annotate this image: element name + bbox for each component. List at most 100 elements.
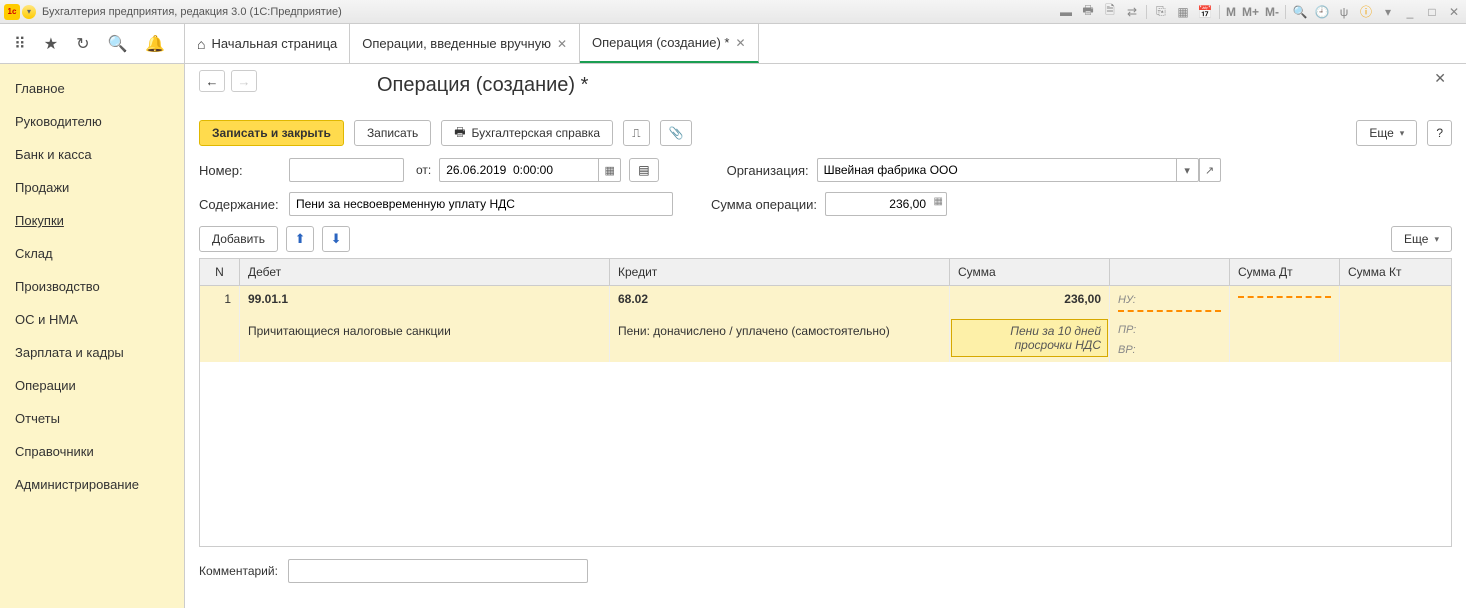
tab-operations-list[interactable]: Операции, введенные вручную ✕ [350, 24, 580, 63]
app-title: Бухгалтерия предприятия, редакция 3.0 (1… [42, 6, 1058, 18]
save-and-close-button[interactable]: Записать и закрыть [199, 120, 344, 146]
grid-body: 1 99.01.1 68.02 236,00 НУ: Причитающие [200, 286, 1451, 546]
close-window-icon[interactable]: ✕ [1446, 4, 1462, 20]
page-title: Операция (создание) * [377, 74, 1434, 97]
tab-label: Операции, введенные вручную [362, 36, 551, 51]
header-sumdt[interactable]: Сумма Дт [1230, 259, 1340, 285]
minimize-icon[interactable]: _ [1402, 4, 1418, 20]
info-icon[interactable]: ⓘ [1358, 4, 1374, 20]
cell-credit-account[interactable]: 68.02 [610, 286, 950, 318]
memory-m[interactable]: M [1226, 5, 1236, 19]
comment-input[interactable] [288, 559, 588, 583]
move-up-button[interactable]: ⬆ [286, 226, 314, 252]
date-input[interactable] [439, 158, 599, 182]
sidebar-item-bank[interactable]: Банк и касса [0, 138, 184, 171]
favorite-star-icon[interactable]: ★ [44, 34, 58, 54]
org-input[interactable] [817, 158, 1177, 182]
structure-button[interactable]: ⎍ [623, 120, 649, 146]
print-icon[interactable]: 🖶 [1080, 4, 1096, 20]
cell-pr: ПР: ВР: [1110, 318, 1230, 362]
sidebar-item-production[interactable]: Производство [0, 270, 184, 303]
move-down-button[interactable]: ⬇ [322, 226, 350, 252]
app-menu-dropdown[interactable]: ▾ [22, 5, 36, 19]
link-icon[interactable]: ⎘ [1153, 4, 1169, 20]
home-icon: ⌂ [197, 36, 205, 52]
more-button[interactable]: Еще ▾ [1356, 120, 1417, 146]
cell-debit-account[interactable]: 99.01.1 [240, 286, 610, 318]
comment-label: Комментарий: [199, 564, 278, 578]
sidebar-item-salary[interactable]: Зарплата и кадры [0, 336, 184, 369]
op-sum-label: Сумма операции: [711, 197, 817, 212]
tab-home[interactable]: ⌂ Начальная страница [185, 24, 350, 63]
apps-grid-icon[interactable]: ⠿ [14, 34, 26, 54]
table-more-button[interactable]: Еще ▾ [1391, 226, 1452, 252]
cell-sum-note-editing[interactable]: Пени за 10 дней просрочки НДС [951, 319, 1108, 357]
sidebar-item-dictionaries[interactable]: Справочники [0, 435, 184, 468]
sidebar-item-assets[interactable]: ОС и НМА [0, 303, 184, 336]
cell-nu: НУ: [1110, 286, 1230, 318]
memory-m-minus[interactable]: M- [1265, 5, 1279, 19]
search-icon[interactable]: 🔍 [107, 34, 127, 54]
cell-credit-subconto[interactable]: Пени: доначислено / уплачено (самостояте… [610, 318, 950, 362]
grid-row-sub[interactable]: Причитающиеся налоговые санкции Пени: до… [200, 318, 1451, 362]
sidebar-item-operations[interactable]: Операции [0, 369, 184, 402]
number-input[interactable] [289, 158, 404, 182]
org-label: Организация: [727, 163, 809, 178]
content-input[interactable] [289, 192, 673, 216]
memory-m-plus[interactable]: M+ [1242, 5, 1259, 19]
document-icon[interactable]: 🗎 [1102, 4, 1118, 20]
cell-sum[interactable]: 236,00 [950, 286, 1110, 318]
sidebar-item-warehouse[interactable]: Склад [0, 237, 184, 270]
close-page-icon[interactable]: ✕ [1434, 70, 1446, 87]
bell-icon[interactable]: 🔔 [145, 34, 165, 54]
maximize-icon[interactable]: □ [1424, 4, 1440, 20]
compare-icon[interactable]: ⇄ [1124, 4, 1140, 20]
header-debit[interactable]: Дебет [240, 259, 610, 285]
calendar-icon[interactable]: 📅 [1197, 4, 1213, 20]
attach-button[interactable]: 📎 [660, 120, 693, 146]
nav-back-button[interactable]: ← [199, 70, 225, 92]
calendar-picker-icon[interactable]: ▦ [599, 158, 621, 182]
zoom-icon[interactable]: 🔍 [1292, 4, 1308, 20]
dropdown-icon[interactable]: ▾ [1380, 4, 1396, 20]
grid-header: N Дебет Кредит Сумма Сумма Дт Сумма Кт [200, 259, 1451, 286]
sidebar-item-main[interactable]: Главное [0, 72, 184, 105]
add-row-button[interactable]: Добавить [199, 226, 278, 252]
sidebar-item-sales[interactable]: Продажи [0, 171, 184, 204]
cell-sumdt[interactable] [1230, 286, 1340, 318]
cell-n: 1 [200, 286, 240, 318]
save-file-icon[interactable]: ▬ [1058, 4, 1074, 20]
print-icon: 🖶 [454, 123, 465, 144]
header-sumkt[interactable]: Сумма Кт [1340, 259, 1451, 285]
operation-sum-input[interactable] [825, 192, 947, 216]
header-n[interactable]: N [200, 259, 240, 285]
date-stamp-button[interactable]: ▤ [629, 158, 658, 182]
chevron-down-icon: ▾ [1434, 234, 1439, 245]
header-credit[interactable]: Кредит [610, 259, 950, 285]
chevron-down-icon[interactable]: ▾ [1177, 158, 1199, 182]
print-reference-button[interactable]: 🖶 Бухгалтерская справка [441, 120, 613, 146]
sidebar-item-admin[interactable]: Администрирование [0, 468, 184, 501]
nav-forward-button[interactable]: → [231, 70, 257, 92]
tab-operation-create[interactable]: Операция (создание) * ✕ [580, 24, 758, 63]
main-toolbar: ⠿ ★ ↻ 🔍 🔔 ⌂ Начальная страница Операции,… [0, 24, 1466, 64]
sidebar-item-manager[interactable]: Руководителю [0, 105, 184, 138]
sidebar-item-reports[interactable]: Отчеты [0, 402, 184, 435]
close-icon[interactable]: ✕ [735, 36, 745, 50]
clock-icon[interactable]: 🕘 [1314, 4, 1330, 20]
org-open-icon[interactable]: ↗ [1199, 158, 1221, 182]
calculator-icon[interactable]: ▦ [1175, 4, 1191, 20]
close-icon[interactable]: ✕ [557, 37, 567, 51]
key-icon[interactable]: ψ [1336, 4, 1352, 20]
cell-sumkt[interactable] [1340, 286, 1451, 318]
entries-grid: N Дебет Кредит Сумма Сумма Дт Сумма Кт 1… [199, 258, 1452, 547]
grid-row[interactable]: 1 99.01.1 68.02 236,00 НУ: [200, 286, 1451, 318]
from-label: от: [416, 163, 431, 177]
save-button[interactable]: Записать [354, 120, 431, 146]
cell-debit-subconto[interactable]: Причитающиеся налоговые санкции [240, 318, 610, 362]
sidebar-item-purchases[interactable]: Покупки [0, 204, 184, 237]
header-sum[interactable]: Сумма [950, 259, 1110, 285]
print-button-label: Бухгалтерская справка [472, 126, 601, 140]
history-icon[interactable]: ↻ [76, 34, 89, 54]
help-button[interactable]: ? [1427, 120, 1452, 146]
